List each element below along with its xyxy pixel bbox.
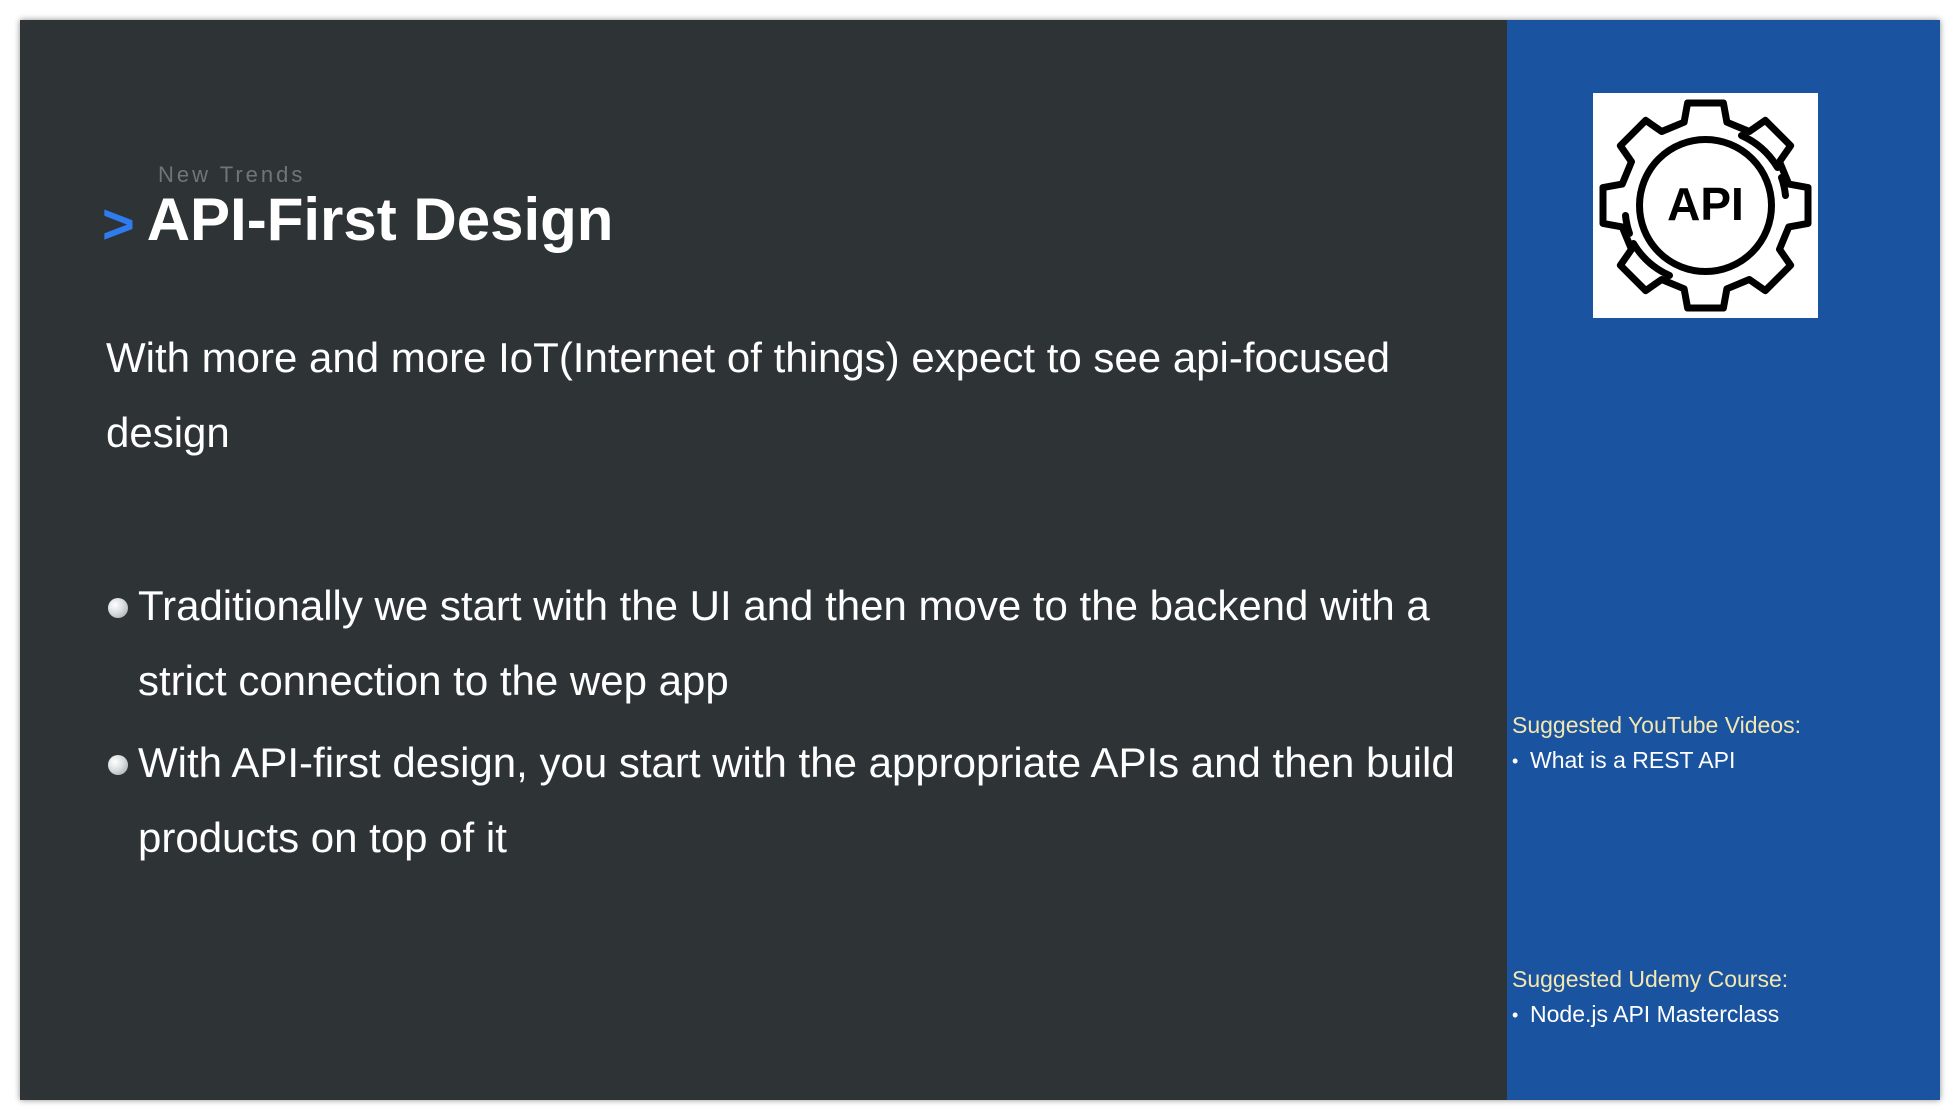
- bullet-text: With API-first design, you start with th…: [138, 739, 1455, 861]
- bullet-list: Traditionally we start with the UI and t…: [106, 568, 1486, 882]
- title-row: > API-First Design: [102, 188, 613, 252]
- youtube-suggestions: Suggested YouTube Videos: What is a REST…: [1512, 712, 1802, 775]
- youtube-link-rest-api[interactable]: What is a REST API: [1512, 747, 1801, 775]
- bullet-text: Traditionally we start with the UI and t…: [138, 582, 1430, 704]
- list-item: With API-first design, you start with th…: [106, 725, 1486, 875]
- slide-main-panel: New Trends > API-First Design With more …: [20, 20, 1507, 1100]
- youtube-heading: Suggested YouTube Videos:: [1512, 712, 1802, 738]
- list-item: Traditionally we start with the UI and t…: [106, 568, 1486, 718]
- udemy-heading: Suggested Udemy Course:: [1512, 966, 1789, 992]
- chevron-right-icon: >: [102, 192, 135, 255]
- api-gear-icon: API: [1593, 93, 1818, 318]
- bullet-dot-icon: [108, 598, 128, 618]
- intro-text: With more and more IoT(Internet of thing…: [106, 334, 1390, 456]
- bullet-dot-icon: [108, 755, 128, 775]
- slide-kicker: New Trends: [158, 162, 306, 187]
- udemy-suggestions: Suggested Udemy Course: Node.js API Mast…: [1512, 966, 1789, 1029]
- api-logo-text: API: [1667, 178, 1744, 230]
- udemy-link-nodejs-api[interactable]: Node.js API Masterclass: [1512, 1001, 1788, 1029]
- slide-title: API-First Design: [146, 186, 614, 253]
